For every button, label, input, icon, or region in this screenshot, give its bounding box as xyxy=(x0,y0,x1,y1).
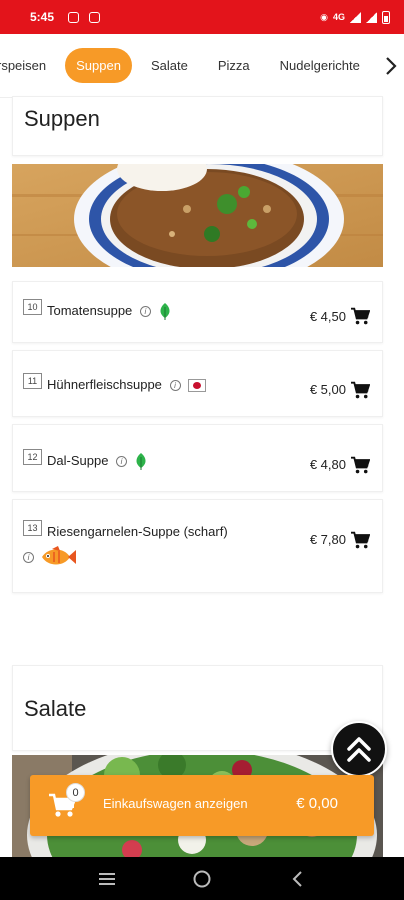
tab-suppen[interactable]: Suppen xyxy=(65,48,132,83)
category-tabs: rspeisen Suppen Salate Pizza Nudelgerich… xyxy=(0,48,371,83)
tab-nudelgerichte[interactable]: Nudelgerichte xyxy=(269,48,371,83)
item-name-row: Hühnerfleischsuppe i xyxy=(47,377,207,393)
category-tabbar: rspeisen Suppen Salate Pizza Nudelgerich… xyxy=(0,34,404,98)
cart-label: Einkaufswagen anzeigen xyxy=(103,796,248,811)
add-to-cart-icon[interactable] xyxy=(350,531,370,549)
menu-lines-icon xyxy=(99,872,116,885)
chevron-right-icon xyxy=(386,57,397,75)
info-icon[interactable]: i xyxy=(23,551,34,563)
back-chevron-icon xyxy=(292,870,302,887)
info-icon[interactable]: i xyxy=(169,380,181,392)
menu-item[interactable]: 13 Riesengarnelen-Suppe (scharf) i € 7,8… xyxy=(12,499,383,593)
item-price: € 5,00 xyxy=(309,382,346,397)
double-chevron-up-icon xyxy=(347,737,371,762)
home-circle-icon xyxy=(193,870,211,887)
vegetarian-leaf-icon xyxy=(136,453,146,471)
add-to-cart-icon[interactable] xyxy=(350,307,370,325)
info-icon[interactable]: i xyxy=(116,456,128,468)
item-number: 10 xyxy=(23,299,42,315)
notification-icon xyxy=(68,11,80,23)
info-icon[interactable]: i xyxy=(139,306,151,318)
status-time: 5:45 xyxy=(30,10,55,24)
item-price: € 4,80 xyxy=(309,457,346,472)
item-number: 11 xyxy=(23,373,42,389)
cart-count-badge: 0 xyxy=(66,783,85,802)
tab-salate[interactable]: Salate xyxy=(140,48,199,83)
wifi-icon: ◉ xyxy=(320,11,328,22)
item-name: Dal-Suppe xyxy=(47,453,109,468)
fish-icon xyxy=(42,546,77,565)
vegetarian-leaf-icon xyxy=(160,303,170,321)
item-number: 13 xyxy=(23,520,42,536)
signal-icon xyxy=(366,11,377,23)
section-title: Suppen xyxy=(24,106,100,131)
status-indicators: ◉ 4G xyxy=(320,10,390,24)
item-price: € 4,50 xyxy=(309,309,346,324)
scroll-to-top-button[interactable] xyxy=(331,721,387,777)
item-badges-row: i xyxy=(23,546,77,568)
item-name: Riesengarnelen-Suppe (scharf) xyxy=(47,524,228,539)
item-price: € 7,80 xyxy=(309,532,346,547)
recent-apps-button[interactable] xyxy=(96,868,118,890)
status-bar: 5:45 ◉ 4G xyxy=(0,0,404,34)
menu-item[interactable]: 12 Dal-Suppe i € 4,80 xyxy=(12,424,383,492)
cart-total: € 0,00 xyxy=(296,795,338,812)
section-header-suppen: Suppen xyxy=(12,96,383,156)
back-button[interactable] xyxy=(286,868,308,890)
notification-icon xyxy=(89,11,101,23)
add-to-cart-icon[interactable] xyxy=(350,381,370,399)
battery-icon xyxy=(382,10,390,24)
network-label: 4G xyxy=(332,12,345,22)
flag-icon xyxy=(188,379,207,393)
item-name-row: Tomatensuppe i xyxy=(47,303,171,321)
menu-item[interactable]: 10 Tomatensuppe i € 4,50 xyxy=(12,281,383,343)
tabs-scroll-right-button[interactable] xyxy=(378,34,404,98)
view-cart-button[interactable]: 0 Einkaufswagen anzeigen € 0,00 xyxy=(30,775,374,836)
add-to-cart-icon[interactable] xyxy=(350,456,370,474)
home-button[interactable] xyxy=(191,868,213,890)
item-number: 12 xyxy=(23,449,42,465)
section-title: Salate xyxy=(24,696,87,721)
item-name-row: Dal-Suppe i xyxy=(47,453,147,471)
system-navigation-bar xyxy=(0,857,404,900)
section-header-salate: Salate xyxy=(12,665,383,751)
item-name: Hühnerfleischsuppe xyxy=(47,377,162,392)
notification-icons xyxy=(68,11,101,23)
soup-photo xyxy=(12,164,383,267)
tab-vorspeisen[interactable]: rspeisen xyxy=(0,48,57,83)
signal-icon xyxy=(350,11,361,23)
menu-item[interactable]: 11 Hühnerfleischsuppe i € 5,00 xyxy=(12,350,383,417)
tab-pizza[interactable]: Pizza xyxy=(207,48,261,83)
item-name: Tomatensuppe xyxy=(47,303,133,318)
